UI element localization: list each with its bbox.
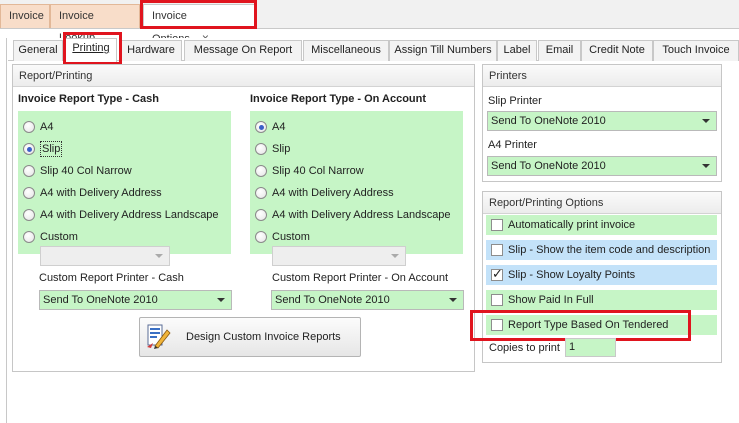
- option-checkbox-row[interactable]: Automatically print invoice: [486, 215, 717, 235]
- account-printer-label: Custom Report Printer - On Account: [272, 272, 449, 284]
- tab-general[interactable]: General: [13, 40, 63, 61]
- tab-touch-invoice[interactable]: Touch Invoice: [653, 40, 739, 61]
- tab-printing[interactable]: Printing: [65, 38, 117, 62]
- slip-printer-dropdown[interactable]: Send To OneNote 2010: [487, 111, 717, 131]
- radio-label: A4: [272, 121, 286, 133]
- radio-button-icon[interactable]: [255, 165, 267, 177]
- copies-value: 1: [569, 341, 576, 353]
- radio-button-icon[interactable]: [23, 187, 35, 199]
- radio-label: Custom: [40, 231, 78, 243]
- radio-label: Slip 40 Col Narrow: [40, 165, 132, 177]
- checkbox-icon[interactable]: [491, 319, 503, 331]
- tab-hardware[interactable]: Hardware: [120, 40, 182, 61]
- radio-button-icon[interactable]: [255, 143, 267, 155]
- chevron-down-icon: [215, 291, 227, 309]
- radio-label: A4 with Delivery Address: [40, 187, 162, 199]
- radio-label: Slip: [40, 141, 63, 157]
- option-label: Show Paid In Full: [508, 294, 594, 306]
- copies-to-print-label: Copies to print: [489, 342, 560, 354]
- tab-label: Hardware: [127, 44, 175, 56]
- radio-label: A4: [40, 121, 54, 133]
- option-checkbox-row[interactable]: Report Type Based On Tendered: [486, 315, 717, 335]
- radio-button-icon[interactable]: [23, 165, 35, 177]
- doc-tab-label: Invoice: [9, 10, 44, 22]
- a4-printer-dropdown[interactable]: Send To OneNote 2010: [487, 156, 717, 176]
- radio-button-icon[interactable]: [23, 209, 35, 221]
- doc-tab-invoice-lookup[interactable]: Invoice Lookup: [50, 4, 140, 44]
- radio-button-icon[interactable]: [255, 209, 267, 221]
- tab-label: General: [18, 44, 58, 56]
- checkbox-icon[interactable]: [491, 219, 503, 231]
- checkbox-icon[interactable]: [491, 244, 503, 256]
- checkbox-checked-icon[interactable]: [491, 265, 503, 285]
- chevron-down-icon: [700, 112, 712, 130]
- tab-assign-till-numbers[interactable]: Assign Till Numbers: [389, 40, 497, 61]
- radio-label: Custom: [272, 231, 310, 243]
- tab-label: Email: [545, 44, 574, 56]
- radio-button-icon[interactable]: [255, 231, 267, 243]
- radio-button-icon[interactable]: [23, 143, 35, 155]
- dropdown-value: Send To OneNote 2010: [491, 115, 606, 127]
- radio-label: Slip 40 Col Narrow: [272, 165, 364, 177]
- dropdown-value: Send To OneNote 2010: [43, 294, 158, 306]
- tab-label: Printing: [72, 42, 110, 54]
- option-label: Automatically print invoice: [508, 219, 636, 231]
- radio-button-icon[interactable]: [255, 121, 267, 133]
- option-label: Slip - Show the item code and descriptio…: [508, 244, 711, 256]
- checkbox-icon[interactable]: [491, 294, 503, 306]
- radio-button-icon[interactable]: [23, 231, 35, 243]
- dropdown-value: Send To OneNote 2010: [491, 160, 606, 172]
- tab-credit-note[interactable]: Credit Note: [581, 40, 653, 61]
- cash-custom-report-dropdown[interactable]: [40, 246, 170, 266]
- tab-email[interactable]: Email: [538, 40, 581, 61]
- copies-to-print-input[interactable]: 1: [565, 338, 616, 357]
- tab-label: Credit Note: [589, 44, 645, 56]
- option-checkbox-row[interactable]: Slip - Show the item code and descriptio…: [486, 240, 717, 260]
- group-title: Report/Printing: [13, 65, 474, 87]
- radio-button-icon[interactable]: [23, 121, 35, 133]
- chevron-down-icon: [447, 291, 459, 309]
- chevron-down-icon: [700, 157, 712, 175]
- options-tab-bar: General Printing Hardware Message On Rep…: [8, 38, 739, 62]
- option-label: Slip - Show Loyalty Points: [508, 269, 636, 281]
- option-label: Report Type Based On Tendered: [508, 319, 669, 331]
- account-printer-dropdown[interactable]: Send To OneNote 2010: [271, 290, 464, 310]
- a4-printer-label: A4 Printer: [488, 139, 537, 151]
- tab-label: Miscellaneous: [311, 44, 381, 56]
- radio-label: A4 with Delivery Address: [272, 187, 394, 199]
- account-custom-report-dropdown[interactable]: [272, 246, 406, 266]
- report-design-icon: [147, 324, 171, 349]
- option-checkbox-row[interactable]: Show Paid In Full: [486, 290, 717, 310]
- document-tab-bar: Invoice Invoice Lookup Invoice Options×: [0, 0, 739, 45]
- radio-label: Slip: [272, 143, 291, 155]
- account-report-type-heading: Invoice Report Type - On Account: [250, 93, 427, 105]
- doc-tab-invoice[interactable]: Invoice: [0, 4, 50, 28]
- radio-label: A4 with Delivery Address Landscape: [40, 209, 219, 221]
- tab-miscellaneous[interactable]: Miscellaneous: [303, 40, 389, 61]
- cash-report-type-heading: Invoice Report Type - Cash: [18, 93, 159, 105]
- chevron-down-icon: [389, 247, 401, 265]
- option-checkbox-row[interactable]: Slip - Show Loyalty Points: [486, 265, 717, 285]
- tab-label-settings[interactable]: Label: [497, 40, 537, 61]
- doc-tab-invoice-options[interactable]: Invoice Options×: [143, 4, 255, 45]
- slip-printer-label: Slip Printer: [488, 95, 542, 107]
- button-label: Design Custom Invoice Reports: [186, 331, 341, 343]
- design-custom-invoice-reports-button[interactable]: Design Custom Invoice Reports: [139, 317, 361, 357]
- tab-label: Label: [503, 44, 531, 56]
- radio-button-icon[interactable]: [255, 187, 267, 199]
- chevron-down-icon: [153, 247, 165, 265]
- tab-message-on-report[interactable]: Message On Report: [184, 40, 302, 61]
- radio-label: A4 with Delivery Address Landscape: [272, 209, 451, 221]
- cash-printer-dropdown[interactable]: Send To OneNote 2010: [39, 290, 232, 310]
- cash-printer-label: Custom Report Printer - Cash: [39, 272, 184, 284]
- tab-label: Assign Till Numbers: [394, 44, 492, 56]
- tab-label: Touch Invoice: [662, 44, 730, 56]
- group-title: Report/Printing Options: [483, 192, 721, 214]
- tab-label: Message On Report: [193, 44, 293, 56]
- group-title: Printers: [483, 65, 721, 87]
- dropdown-value: Send To OneNote 2010: [275, 294, 390, 306]
